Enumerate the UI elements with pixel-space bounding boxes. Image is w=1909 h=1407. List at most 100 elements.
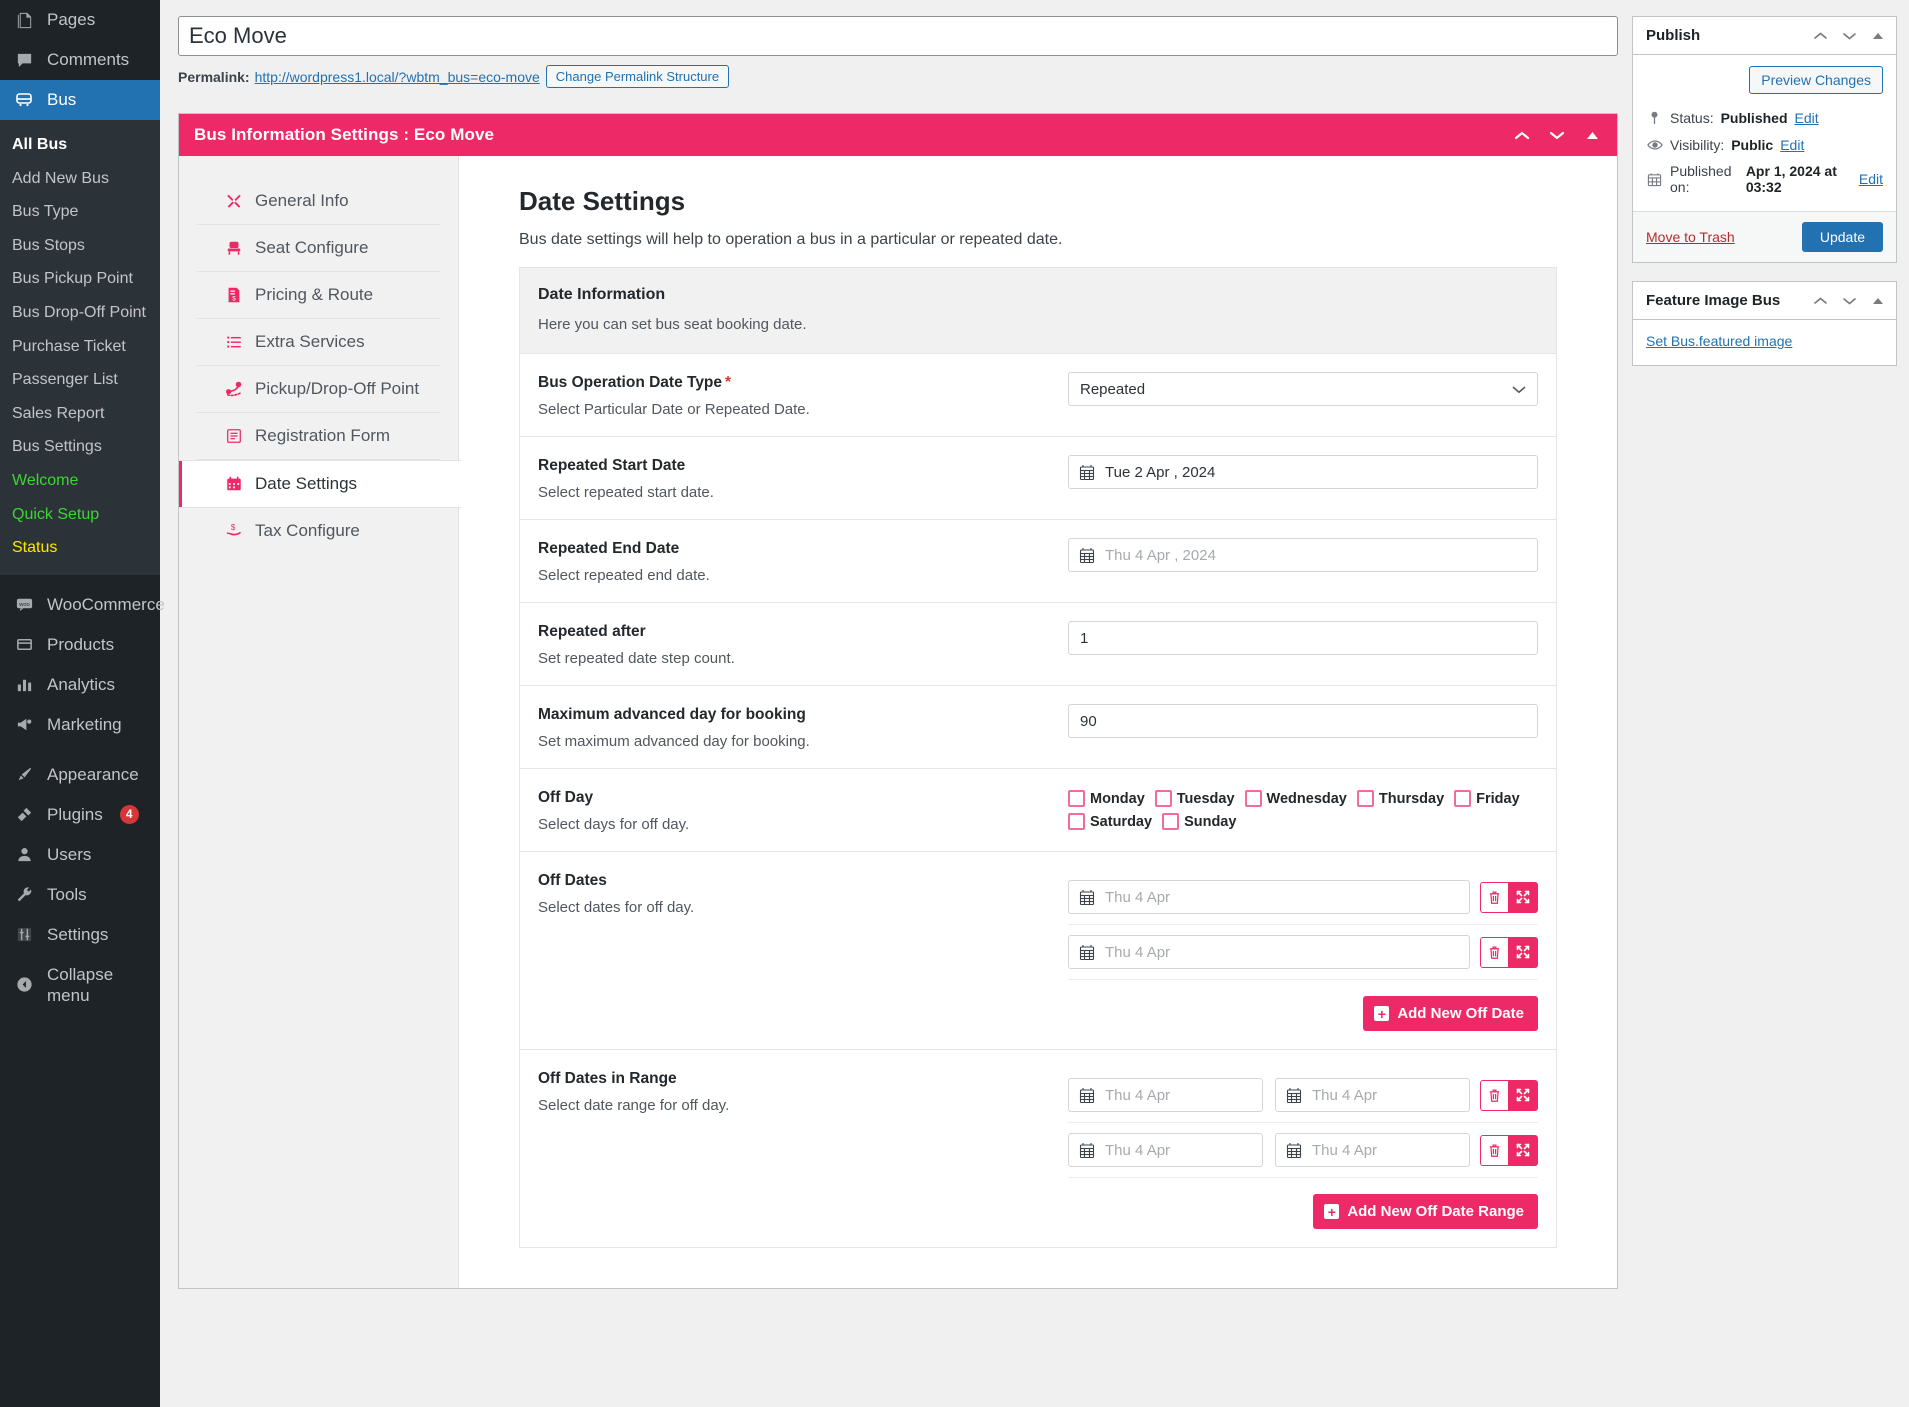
sidebar-item-products[interactable]: Products <box>0 625 160 665</box>
add-button-label: Add New Off Date <box>1397 1005 1524 1022</box>
move-up-icon[interactable] <box>1513 126 1531 144</box>
submenu-item-bus-settings[interactable]: Bus Settings <box>0 430 160 464</box>
checkbox[interactable] <box>1356 790 1374 807</box>
row-label-block: Off Dates in Range Select date range for… <box>538 1068 1068 1114</box>
move-up-icon[interactable] <box>1812 28 1828 44</box>
update-button[interactable]: Update <box>1801 222 1883 252</box>
change-permalink-structure-button[interactable]: Change Permalink Structure <box>545 65 730 88</box>
woocommerce-icon: woo <box>12 594 36 616</box>
checkbox[interactable] <box>1454 790 1472 807</box>
tab-pricing-route[interactable]: $ Pricing & Route <box>197 272 440 319</box>
sidebar-item-pages[interactable]: Pages <box>0 0 160 40</box>
checkbox[interactable] <box>1154 790 1172 807</box>
permalink-link[interactable]: http://wordpress1.local/?wbtm_bus=eco-mo… <box>255 69 540 85</box>
submenu-item-sales-report[interactable]: Sales Report <box>0 397 160 431</box>
move-up-icon[interactable] <box>1812 293 1828 309</box>
add-new-off-date-range-button[interactable]: + Add New Off Date Range <box>1313 1194 1538 1229</box>
sidebar-item-plugins[interactable]: Plugins 4 <box>0 795 160 835</box>
row-off-dates: Off Dates Select dates for off day. Thu … <box>520 852 1556 1050</box>
off-day-friday[interactable]: Friday <box>1454 790 1520 807</box>
field-label: Bus Operation Date Type * <box>538 374 1054 392</box>
submenu-item-status[interactable]: Status <box>0 531 160 565</box>
sidebar-item-bus[interactable]: Bus <box>0 80 168 120</box>
repeated-after-input[interactable] <box>1068 621 1538 655</box>
side-column: Publish Preview Changes Status: Publishe… <box>1632 8 1897 1407</box>
sidebar-item-settings[interactable]: Settings <box>0 915 160 955</box>
off-day-saturday[interactable]: Saturday <box>1068 813 1152 830</box>
toggle-panel-icon[interactable] <box>1870 28 1886 44</box>
tab-seat-configure[interactable]: Seat Configure <box>197 225 440 272</box>
delete-off-date-button[interactable] <box>1480 936 1509 968</box>
edit-published-date-link[interactable]: Edit <box>1859 171 1883 187</box>
tab-label: Seat Configure <box>255 238 369 257</box>
submenu-item-passenger-list[interactable]: Passenger List <box>0 363 160 397</box>
delete-off-date-range-button[interactable] <box>1480 1134 1509 1166</box>
off-date-input[interactable]: Thu 4 Apr <box>1068 935 1470 969</box>
toggle-panel-icon[interactable] <box>1870 293 1886 309</box>
submenu-item-quick-setup[interactable]: Quick Setup <box>0 498 160 532</box>
admin-sidebar: Pages Comments Bus All Bus Add New Bus B… <box>0 0 168 1407</box>
submenu-item-all-bus[interactable]: All Bus <box>0 128 160 162</box>
move-off-date-range-handle[interactable] <box>1509 1134 1538 1166</box>
checkbox[interactable] <box>1244 790 1262 807</box>
submenu-item-purchase-ticket[interactable]: Purchase Ticket <box>0 330 160 364</box>
submenu-item-bus-dropoff-point[interactable]: Bus Drop-Off Point <box>0 296 160 330</box>
add-new-off-date-button[interactable]: + Add New Off Date <box>1363 996 1538 1031</box>
move-off-date-handle[interactable] <box>1509 936 1538 968</box>
move-down-icon[interactable] <box>1841 293 1857 309</box>
off-day-thursday[interactable]: Thursday <box>1356 790 1444 807</box>
sidebar-item-users[interactable]: Users <box>0 835 160 875</box>
maximum-advanced-day-input[interactable] <box>1068 704 1538 738</box>
move-to-trash-link[interactable]: Move to Trash <box>1646 229 1735 245</box>
toggle-panel-icon[interactable] <box>1583 126 1601 144</box>
post-title-input[interactable] <box>178 16 1618 56</box>
off-day-wednesday[interactable]: Wednesday <box>1244 790 1347 807</box>
tab-registration-form[interactable]: Registration Form <box>197 413 440 460</box>
submenu-item-welcome[interactable]: Welcome <box>0 464 160 498</box>
status-label: Status: <box>1670 109 1714 126</box>
tab-tax-configure[interactable]: $ Tax Configure <box>197 508 440 554</box>
checkbox[interactable] <box>1068 790 1085 807</box>
submenu-item-bus-stops[interactable]: Bus Stops <box>0 229 160 263</box>
tab-general-info[interactable]: General Info <box>197 178 440 225</box>
date-type-select[interactable]: Repeated <box>1068 372 1538 406</box>
off-day-monday[interactable]: Monday <box>1068 790 1145 807</box>
sidebar-item-analytics[interactable]: Analytics <box>0 665 160 705</box>
move-off-date-handle[interactable] <box>1509 881 1538 913</box>
repeated-end-date-input[interactable]: Thu 4 Apr , 2024 <box>1068 538 1538 572</box>
checkbox[interactable] <box>1162 813 1180 830</box>
sidebar-item-collapse-menu[interactable]: Collapse menu <box>0 955 160 1016</box>
tab-extra-services[interactable]: Extra Services <box>197 319 440 366</box>
tab-pickup-dropoff-point[interactable]: Pickup/Drop-Off Point <box>197 366 440 413</box>
move-down-icon[interactable] <box>1841 28 1857 44</box>
delete-off-date-range-button[interactable] <box>1480 1079 1509 1111</box>
submenu-item-add-new-bus[interactable]: Add New Bus <box>0 162 160 196</box>
submenu-item-bus-pickup-point[interactable]: Bus Pickup Point <box>0 262 160 296</box>
move-down-icon[interactable] <box>1548 126 1566 144</box>
panel-heading: Date Settings <box>519 186 686 216</box>
edit-status-link[interactable]: Edit <box>1795 110 1819 126</box>
submenu-item-bus-type[interactable]: Bus Type <box>0 195 160 229</box>
repeated-start-date-input[interactable]: Tue 2 Apr , 2024 <box>1068 455 1538 489</box>
sidebar-item-comments[interactable]: Comments <box>0 40 160 80</box>
sidebar-item-woocommerce[interactable]: woo WooCommerce <box>0 585 165 625</box>
off-date-range-to-input[interactable]: Thu 4 Apr <box>1275 1133 1470 1167</box>
off-date-range-from-input[interactable]: Thu 4 Apr <box>1068 1078 1263 1112</box>
tab-date-settings[interactable]: Date Settings <box>179 460 461 508</box>
edit-visibility-link[interactable]: Edit <box>1780 137 1804 153</box>
off-day-sunday[interactable]: Sunday <box>1162 813 1236 830</box>
sidebar-item-marketing[interactable]: Marketing <box>0 705 160 745</box>
off-date-range-from-input[interactable]: Thu 4 Apr <box>1068 1133 1263 1167</box>
off-date-input[interactable]: Thu 4 Apr <box>1068 880 1470 914</box>
checkbox[interactable] <box>1068 813 1085 830</box>
preview-changes-button[interactable]: Preview Changes <box>1749 66 1883 94</box>
move-off-date-range-handle[interactable] <box>1509 1079 1538 1111</box>
set-featured-image-link[interactable]: Set Bus.featured image <box>1646 331 1883 365</box>
sidebar-item-appearance[interactable]: Appearance <box>0 755 160 795</box>
field-label: Repeated Start Date <box>538 457 686 474</box>
field-desc: Select Particular Date or Repeated Date. <box>538 401 810 418</box>
delete-off-date-button[interactable] <box>1480 881 1509 913</box>
off-date-range-to-input[interactable]: Thu 4 Apr <box>1275 1078 1470 1112</box>
sidebar-item-tools[interactable]: Tools <box>0 875 160 915</box>
off-day-tuesday[interactable]: Tuesday <box>1154 790 1235 807</box>
